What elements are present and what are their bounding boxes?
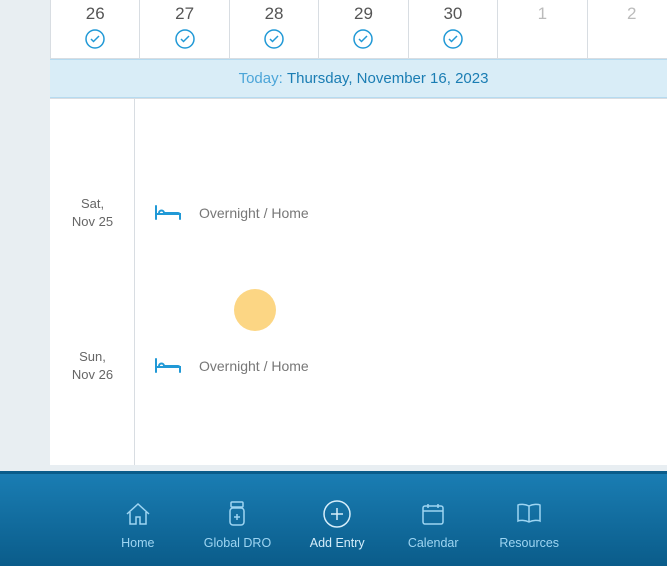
day-number: 29 xyxy=(319,4,407,24)
check-circle-icon xyxy=(84,28,106,50)
check-circle-icon xyxy=(442,28,464,50)
day-number: 26 xyxy=(51,4,139,24)
today-banner[interactable]: Today: Thursday, November 16, 2023 xyxy=(50,59,667,98)
schedule-entry[interactable]: Overnight / Home xyxy=(155,357,309,375)
entry-text: Overnight / Home xyxy=(199,205,309,221)
schedule-date-label: Sun, Nov 26 xyxy=(50,348,135,384)
today-date: Thursday, November 16, 2023 xyxy=(287,70,489,87)
entry-text: Overnight / Home xyxy=(199,358,309,374)
nav-calendar[interactable]: Calendar xyxy=(403,500,463,550)
nav-resources[interactable]: Resources xyxy=(499,500,559,550)
calendar-icon xyxy=(418,500,448,528)
nav-label: Home xyxy=(121,536,154,550)
schedule-date-label: Sat, Nov 25 xyxy=(50,195,135,231)
check-circle-icon xyxy=(174,28,196,50)
bed-icon xyxy=(155,204,181,222)
calendar-day-cell[interactable]: 2 xyxy=(588,0,667,59)
day-number: 2 xyxy=(588,4,667,24)
day-number: 30 xyxy=(409,4,497,24)
today-label: Today: xyxy=(239,70,283,87)
nav-add-entry[interactable]: Add Entry xyxy=(307,500,367,550)
day-number: 27 xyxy=(140,4,228,24)
plus-circle-icon xyxy=(322,500,352,528)
calendar-day-cell[interactable]: 1 xyxy=(498,0,587,59)
schedule-entry[interactable]: Overnight / Home xyxy=(155,204,309,222)
schedule-area: Sat, Nov 25 Overnight / Home Sun, Nov 26 xyxy=(50,98,667,465)
bed-icon xyxy=(155,357,181,375)
calendar-day-cell[interactable]: 27 xyxy=(140,0,229,59)
highlight-marker xyxy=(234,289,276,331)
calendar-day-cell[interactable]: 28 xyxy=(230,0,319,59)
nav-label: Calendar xyxy=(408,536,459,550)
nav-label: Resources xyxy=(499,536,559,550)
pill-bottle-icon xyxy=(222,500,252,528)
book-icon xyxy=(514,500,544,528)
day-number: 1 xyxy=(498,4,586,24)
schedule-scroll[interactable]: Sat, Nov 25 Overnight / Home Sun, Nov 26 xyxy=(50,99,667,465)
nav-home[interactable]: Home xyxy=(108,500,168,550)
nav-global-dro[interactable]: Global DRO xyxy=(204,500,271,550)
calendar-week-row: 26 27 28 29 30 xyxy=(50,0,667,59)
check-circle-icon xyxy=(263,28,285,50)
calendar-day-cell[interactable]: 30 xyxy=(409,0,498,59)
calendar-day-cell[interactable]: 26 xyxy=(51,0,140,59)
bottom-nav: Home Global DRO Add Entry Calendar Resou… xyxy=(0,471,667,566)
nav-label: Global DRO xyxy=(204,536,271,550)
calendar-day-cell[interactable]: 29 xyxy=(319,0,408,59)
check-circle-icon xyxy=(352,28,374,50)
day-number: 28 xyxy=(230,4,318,24)
home-icon xyxy=(123,500,153,528)
nav-label: Add Entry xyxy=(310,536,365,550)
